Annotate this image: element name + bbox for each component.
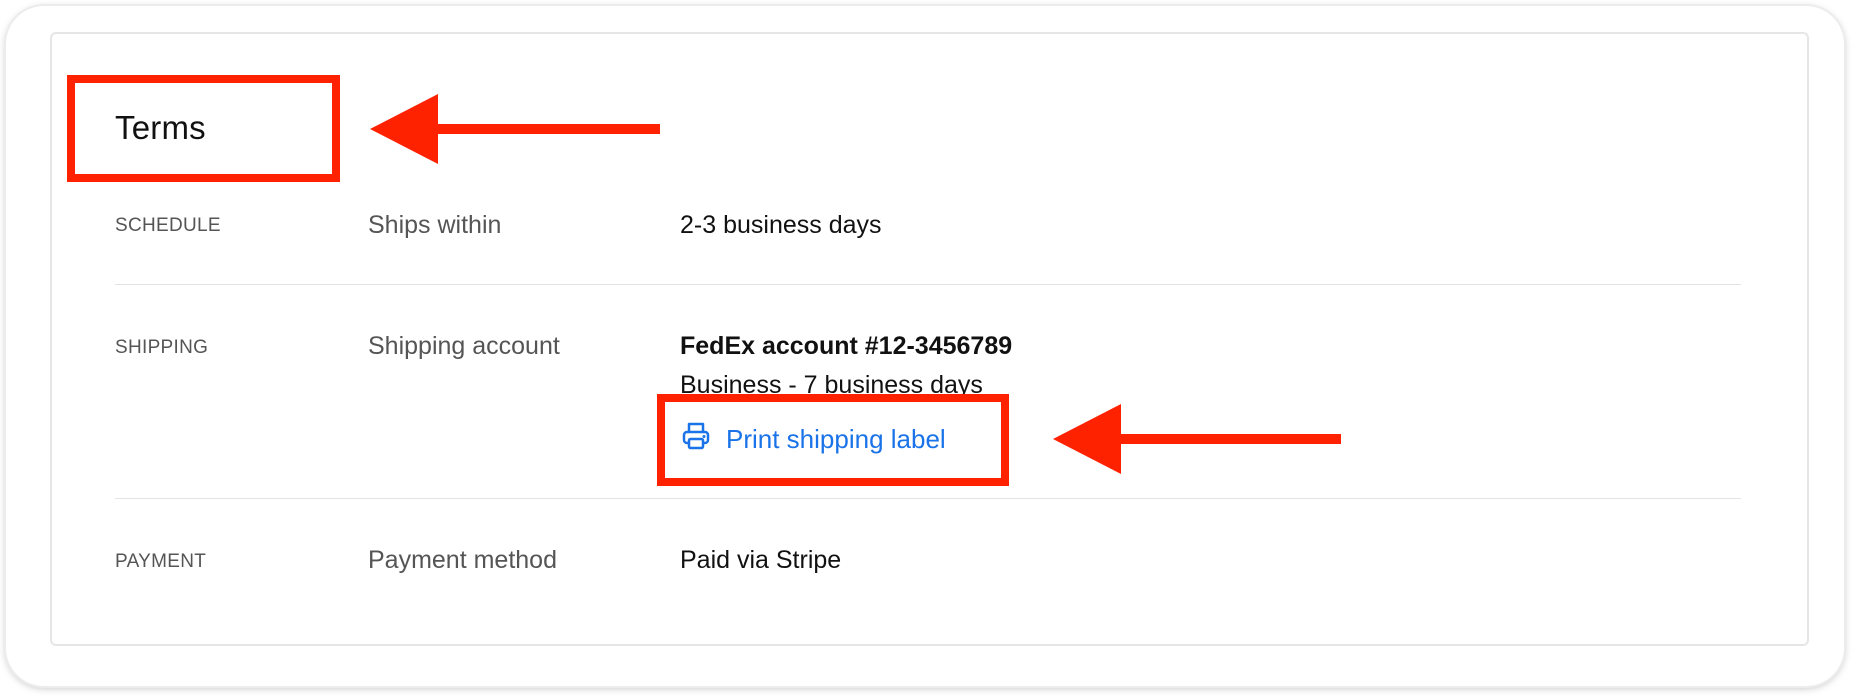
stage: Terms SCHEDULE Ships within 2-3 business… [0, 0, 1863, 698]
payment-method-value: Paid via Stripe [680, 546, 842, 574]
print-label-highlight-box [657, 394, 1009, 486]
ships-within-value: 2-3 business days [680, 211, 882, 239]
schedule-divider [115, 284, 1741, 285]
ships-within-label: Ships within [368, 211, 502, 239]
shipping-divider [115, 498, 1741, 499]
schedule-section-label: SCHEDULE [115, 215, 221, 236]
terms-highlight-box [67, 75, 340, 182]
terms-arrow-icon [370, 94, 660, 164]
shipping-section-label: SHIPPING [115, 337, 209, 358]
payment-section-label: PAYMENT [115, 551, 207, 572]
payment-method-label: Payment method [368, 546, 557, 574]
shipping-account-label: Shipping account [368, 332, 560, 360]
shipping-account-value: FedEx account #12-3456789 [680, 332, 1013, 360]
print-label-arrow-icon [1053, 404, 1341, 474]
